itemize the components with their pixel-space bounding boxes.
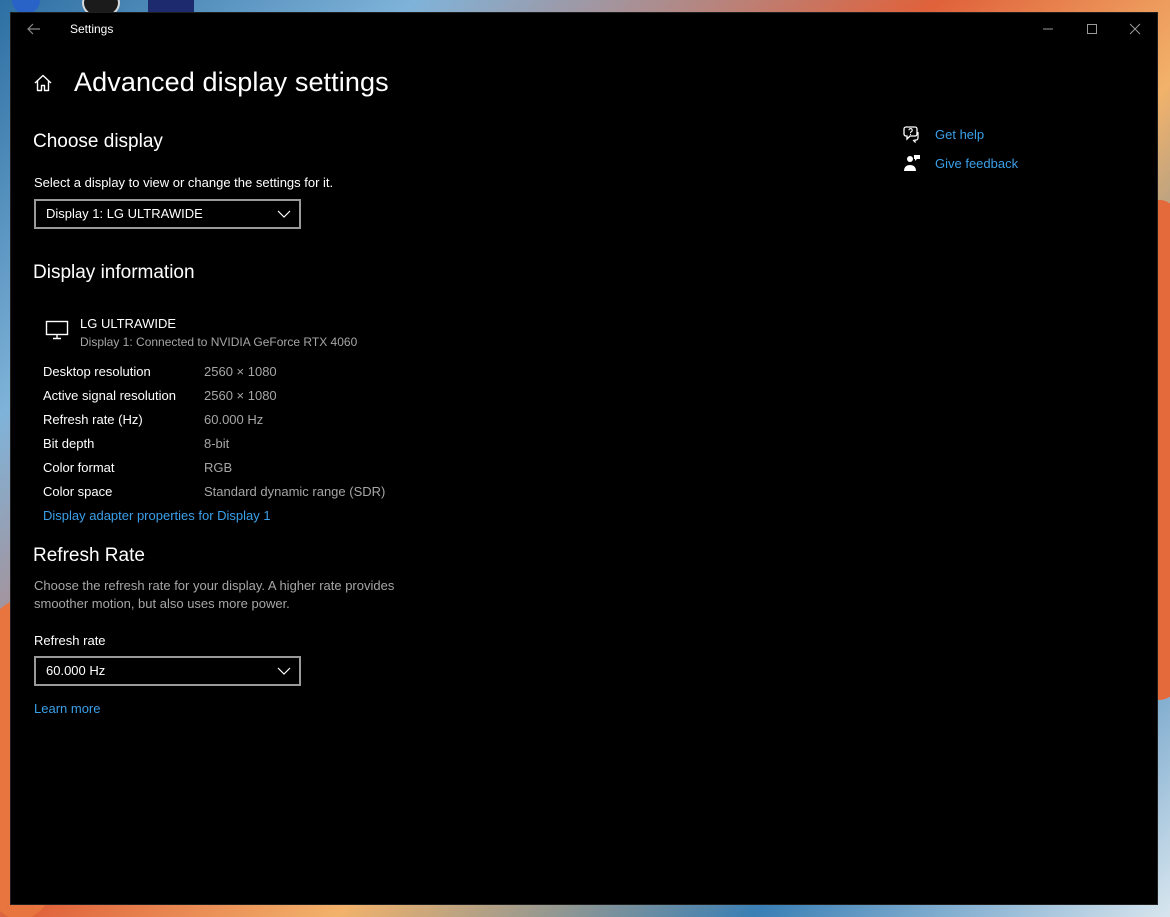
info-value: 2560 × 1080 [204,364,277,379]
settings-window: Settings Advanced display settings Choos… [11,13,1157,904]
choose-display-heading: Choose display [33,131,163,152]
info-label: Refresh rate (Hz) [43,412,143,427]
learn-more-link[interactable]: Learn more [34,701,100,716]
info-value: 2560 × 1080 [204,388,277,403]
back-arrow-icon [27,23,40,35]
page-title: Advanced display settings [74,67,389,97]
refresh-rate-select-value: 60.000 Hz [46,663,106,678]
info-value: RGB [204,460,233,475]
minimize-button[interactable] [1026,13,1070,45]
refresh-rate-heading: Refresh Rate [33,545,145,566]
chevron-down-icon [277,210,291,218]
get-help-label: Get help [935,126,985,142]
info-value: 60.000 Hz [204,412,264,427]
refresh-rate-field-label: Refresh rate [34,633,106,648]
close-button[interactable] [1113,13,1157,45]
minimize-icon [1043,28,1053,30]
info-label: Bit depth [43,436,95,451]
window-title: Settings [70,22,114,36]
info-value: 8-bit [204,436,230,451]
back-button[interactable] [19,17,49,41]
maximize-icon [1087,24,1097,34]
maximize-button[interactable] [1070,13,1114,45]
close-icon [1129,23,1141,35]
display-information-heading: Display information [33,262,195,283]
monitor-icon [45,320,69,340]
give-feedback-link[interactable]: Give feedback [903,154,1018,172]
monitor-connection: Display 1: Connected to NVIDIA GeForce R… [80,335,358,349]
refresh-rate-description: Choose the refresh rate for your display… [34,578,395,611]
home-button[interactable] [32,72,54,94]
help-icon [903,125,921,143]
info-label: Color format [43,460,115,475]
display-select[interactable]: Display 1: LG ULTRAWIDE [34,199,301,229]
title-bar: Settings [11,13,1157,45]
monitor-name: LG ULTRAWIDE [80,316,177,331]
desktop-icon[interactable] [12,0,40,14]
display-adapter-properties-link[interactable]: Display adapter properties for Display 1 [43,508,271,523]
info-label: Color space [43,484,113,499]
display-select-value: Display 1: LG ULTRAWIDE [46,206,203,221]
home-icon [34,74,52,91]
feedback-icon [903,154,921,172]
choose-display-instruction: Select a display to view or change the s… [34,175,334,190]
chevron-down-icon [277,667,291,675]
info-label: Desktop resolution [43,364,151,379]
info-label: Active signal resolution [43,388,176,403]
get-help-link[interactable]: Get help [903,125,984,143]
page-header: Advanced display settings [32,67,389,98]
refresh-rate-select[interactable]: 60.000 Hz [34,656,301,686]
desktop-icon[interactable] [148,0,194,14]
info-value: Standard dynamic range (SDR) [204,484,386,499]
give-feedback-label: Give feedback [935,155,1019,171]
